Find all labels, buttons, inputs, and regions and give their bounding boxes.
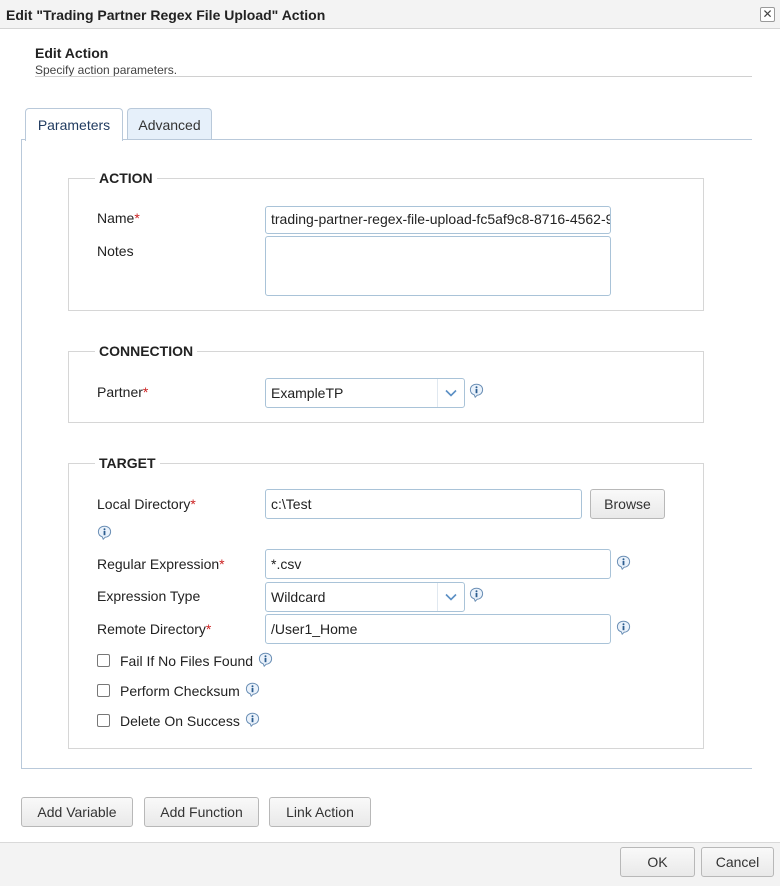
chevron-down-icon[interactable] [437,583,464,611]
required-marker: * [205,621,212,637]
info-icon[interactable] [469,383,484,398]
info-icon[interactable] [469,587,484,602]
cancel-button[interactable]: Cancel [701,847,774,877]
partner-select-value: ExampleTP [271,385,344,401]
name-input[interactable]: trading-partner-regex-file-upload-fc5af9… [265,206,611,234]
header-subtitle: Specify action parameters. [35,63,178,77]
required-marker: * [134,210,140,226]
target-legend: TARGET [99,455,156,471]
remote-directory-label: Remote Directory* [97,621,211,637]
ok-button[interactable]: OK [620,847,695,877]
close-icon[interactable]: ✕ [760,7,775,22]
perform-checksum-checkbox[interactable] [97,684,110,697]
browse-button[interactable]: Browse [590,489,665,519]
required-marker: * [190,496,196,512]
info-icon[interactable] [245,682,260,697]
notes-label: Notes [97,243,134,259]
required-marker: * [219,556,225,572]
connection-legend: CONNECTION [99,343,194,359]
local-directory-label-text: Local Directory [97,496,191,512]
name-label-text: Name [97,210,135,226]
add-variable-button[interactable]: Add Variable [21,797,133,827]
tab-parameters[interactable]: Parameters [25,108,123,141]
expression-type-value: Wildcard [271,589,326,605]
name-label: Name* [97,210,140,226]
info-icon[interactable] [245,712,260,727]
info-icon[interactable] [258,652,273,667]
required-marker: * [142,384,149,400]
info-icon[interactable] [97,525,112,540]
partner-label-text: Partner [97,384,143,400]
link-action-button[interactable]: Link Action [269,797,371,827]
regex-input[interactable]: *.csv [265,549,611,579]
action-legend: ACTION [99,170,153,186]
delete-on-success-label: Delete On Success [120,713,240,729]
partner-select[interactable]: ExampleTP [265,378,465,408]
local-directory-input[interactable]: c:\Test [265,489,582,519]
info-icon[interactable] [616,620,631,635]
fail-if-no-files-label: Fail If No Files Found [120,653,254,669]
notes-textarea[interactable] [265,236,611,296]
local-directory-label: Local Directory* [97,496,196,512]
dialog-header: Edit Action Specify action parameters. [35,45,752,77]
expression-type-label: Expression Type [97,588,201,604]
remote-directory-input[interactable]: /User1_Home [265,614,611,644]
header-title: Edit Action [35,45,109,61]
tab-advanced[interactable]: Advanced [127,108,212,140]
header-divider [35,76,752,77]
delete-on-success-checkbox[interactable] [97,714,110,727]
remote-directory-label-text: Remote Directory [97,621,206,637]
dialog-titlebar: Edit "Trading Partner Regex File Upload"… [0,0,780,29]
perform-checksum-label: Perform Checksum [120,683,240,699]
fail-if-no-files-checkbox[interactable] [97,654,110,667]
expression-type-select[interactable]: Wildcard [265,582,465,612]
info-icon[interactable] [616,555,631,570]
dialog-title: Edit "Trading Partner Regex File Upload"… [6,7,326,23]
regex-label: Regular Expression* [97,556,225,572]
partner-label: Partner* [97,384,148,400]
chevron-down-icon[interactable] [437,379,464,407]
add-function-button[interactable]: Add Function [144,797,259,827]
regex-label-text: Regular Expression [97,556,220,572]
